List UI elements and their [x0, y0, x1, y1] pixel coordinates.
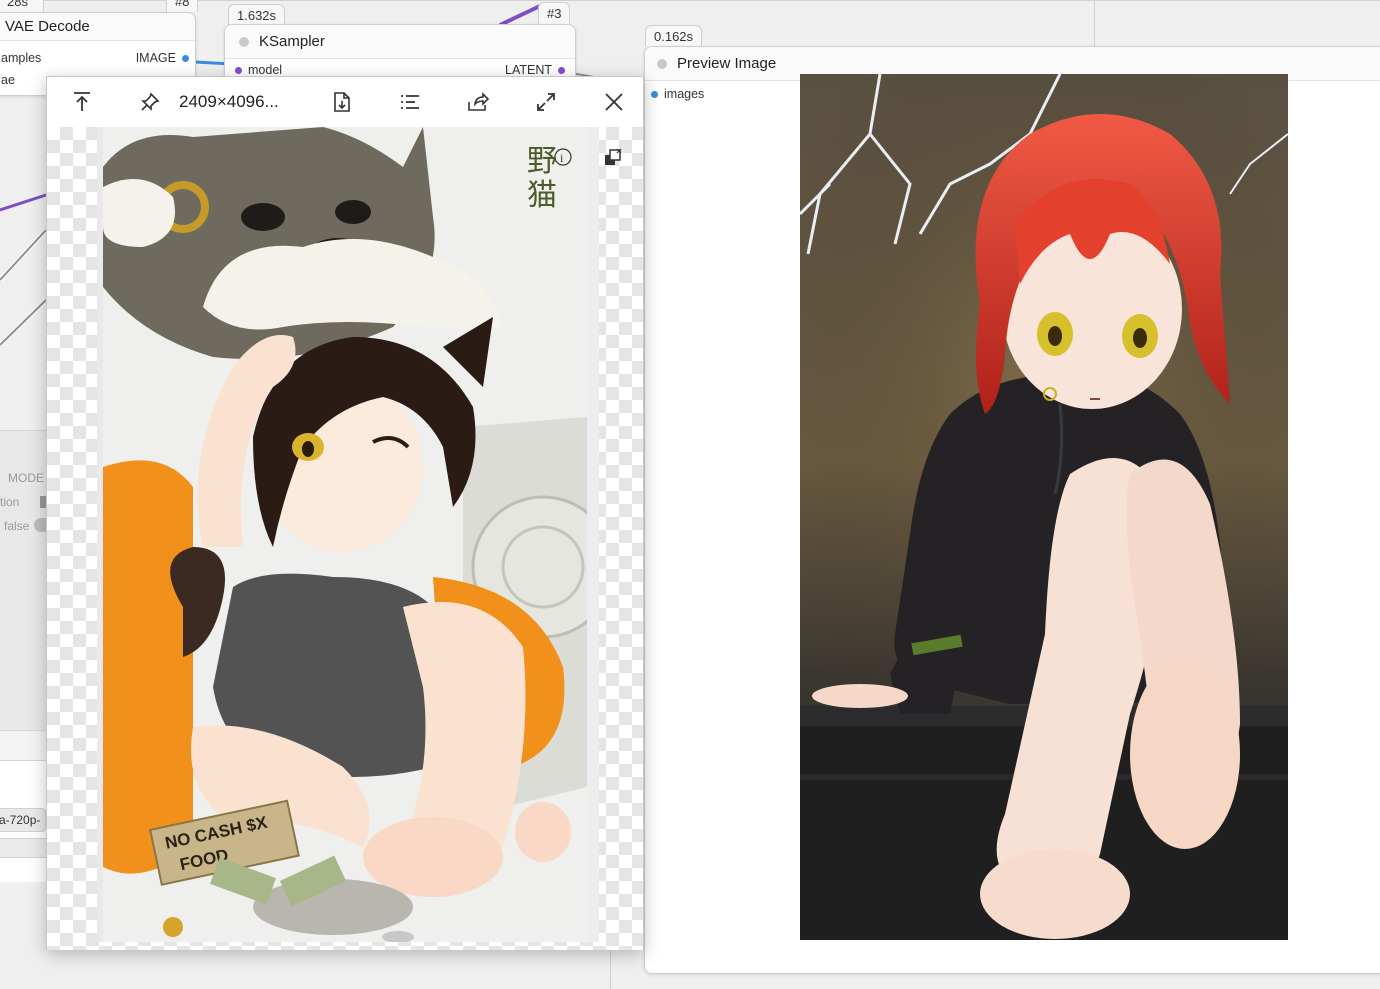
- samples-slot-label: amples: [1, 51, 42, 65]
- image-output-slot[interactable]: [182, 54, 189, 62]
- right-pupil: [1133, 328, 1147, 348]
- wire-purple: [0, 193, 47, 212]
- expand-button[interactable]: [521, 77, 571, 127]
- image-viewer-popup[interactable]: 2409×4096... NO CASH $X FOOD i 野 猫: [46, 76, 644, 950]
- viewer-image[interactable]: NO CASH $X FOOD i: [103, 127, 587, 942]
- pin-button[interactable]: [125, 77, 175, 127]
- preview-image-node[interactable]: Preview Image images: [644, 46, 1380, 974]
- wire-gray: [0, 229, 47, 281]
- pin-icon: [141, 92, 160, 111]
- vae-decode-row-samples: amples IMAGE: [0, 47, 195, 69]
- vae-decode-id-badge: #8: [166, 0, 199, 12]
- ksampler-id: #3: [547, 6, 562, 21]
- coin: [163, 917, 183, 937]
- save-icon: [334, 92, 350, 112]
- align-top-button[interactable]: [57, 77, 107, 127]
- preview-title: Preview Image: [677, 55, 777, 72]
- list-icon: [401, 95, 419, 109]
- preview-time-badge: 0.162s: [645, 25, 703, 47]
- image-output-label: IMAGE: [135, 51, 176, 65]
- preview-collapse-dot[interactable]: [657, 58, 667, 69]
- stamp-char-1: 野: [527, 144, 557, 179]
- left-node-footer: [0, 730, 46, 760]
- ksampler-collapse-dot[interactable]: [239, 36, 249, 47]
- vae-slot-label: ae: [1, 73, 15, 87]
- save-button[interactable]: [317, 77, 367, 127]
- close-icon: [605, 93, 623, 111]
- wire-gray: [0, 299, 47, 346]
- left-widget-row-1[interactable]: tion: [0, 495, 19, 509]
- foot: [1130, 659, 1240, 849]
- hand: [812, 684, 908, 708]
- vae-decode-id: #8: [175, 0, 190, 9]
- left-partial-node[interactable]: MODE tion false: [0, 430, 46, 730]
- left-pupil: [1048, 326, 1062, 346]
- stamp-text: 野 猫: [527, 145, 557, 213]
- layers-toggle-button[interactable]: [603, 147, 625, 169]
- align-top-icon: [74, 92, 90, 111]
- wire-purple: [499, 4, 541, 27]
- ksampler-time-badge: 1.632s: [228, 4, 286, 26]
- ksampler-time: 1.632s: [237, 8, 277, 23]
- vae-decode-title-bar[interactable]: VAE Decode: [0, 13, 195, 41]
- expand-icon: [537, 93, 555, 111]
- model-slot-label: model: [248, 63, 283, 77]
- left-widget-toggle-2[interactable]: [34, 518, 46, 532]
- vae-decode-title: VAE Decode: [5, 18, 90, 35]
- share-button[interactable]: [453, 77, 503, 127]
- preview-time: 0.162s: [654, 29, 694, 44]
- vae-decode-time-badge: 28s: [0, 0, 44, 12]
- viewer-canvas[interactable]: NO CASH $X FOOD i 野 猫: [47, 127, 643, 950]
- image-dimensions: 2409×4096...: [179, 92, 279, 111]
- vae-decode-time: 28s: [7, 0, 28, 9]
- images-input-slot[interactable]: [651, 90, 658, 98]
- close-button[interactable]: [589, 77, 639, 127]
- left-widget-row-2[interactable]: false: [4, 519, 29, 533]
- stamp-char-2: 猫: [527, 178, 557, 213]
- pupil: [302, 441, 314, 457]
- foot: [515, 802, 571, 862]
- latent-output-slot[interactable]: [558, 66, 565, 74]
- ksampler-title-bar[interactable]: KSampler: [225, 25, 575, 59]
- mode-label: MODE: [8, 471, 44, 485]
- orange-cloth: [103, 460, 193, 874]
- left-file-field[interactable]: a-720p-: [0, 808, 46, 832]
- ksampler-title: KSampler: [259, 33, 325, 50]
- hat-eye: [241, 203, 285, 231]
- viewer-right-strip: [587, 127, 599, 942]
- images-slot-label: images: [664, 87, 705, 101]
- money-bowl: [253, 879, 413, 935]
- left-node-divider: [0, 838, 46, 858]
- viewer-toolbar: 2409×4096...: [47, 77, 643, 127]
- left-file-label: a-720p-: [0, 813, 41, 827]
- model-input-slot[interactable]: [235, 66, 242, 74]
- preview-output-image[interactable]: [800, 74, 1288, 940]
- layers-icon: [605, 148, 622, 165]
- latent-output-label: LATENT: [505, 63, 552, 77]
- share-icon: [468, 92, 489, 111]
- list-button[interactable]: [385, 77, 435, 127]
- foot: [363, 817, 503, 897]
- ksampler-id-badge: #3: [538, 2, 571, 24]
- ksampler-node[interactable]: KSampler model LATENT: [224, 24, 576, 84]
- hat-eye: [335, 200, 371, 224]
- foot: [980, 849, 1130, 939]
